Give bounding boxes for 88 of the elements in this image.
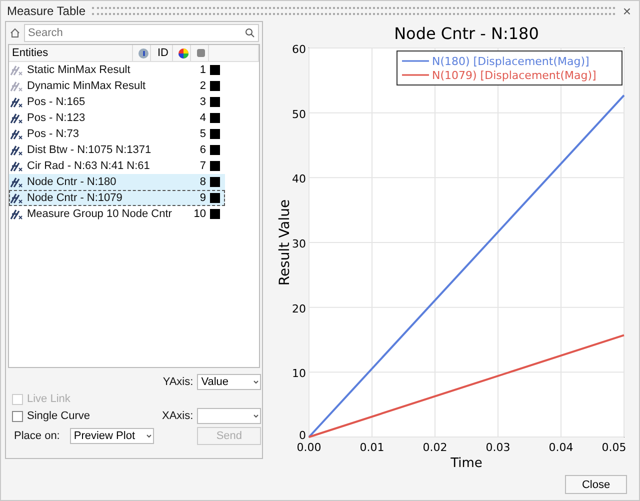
measure-icon <box>10 144 24 156</box>
entity-name: Pos - N:73 <box>26 128 80 140</box>
measure-icon <box>10 208 24 220</box>
x-tick-label: 0.04 <box>548 441 574 454</box>
entity-id: 6 <box>198 144 207 156</box>
y-tick-label: 10 <box>292 367 306 380</box>
chart-title: Node Cntr - N:180 <box>394 24 539 43</box>
entity-name: Node Cntr - N:1079 <box>26 192 124 204</box>
entity-id: 10 <box>192 208 207 220</box>
y-tick-label: 20 <box>292 302 306 316</box>
entity-id: 2 <box>198 80 207 92</box>
x-tick-label: 0.00 <box>296 441 322 454</box>
yaxis-label: YAxis: <box>162 376 194 388</box>
color-swatch[interactable] <box>210 113 220 123</box>
color-swatch[interactable] <box>210 161 220 171</box>
table-row[interactable]: Node Cntr - N:1079 9 <box>9 190 225 206</box>
window-title: Measure Table <box>7 4 86 18</box>
color-swatch[interactable] <box>210 193 220 203</box>
column-header[interactable]: ID <box>151 45 173 61</box>
color-swatch[interactable] <box>210 209 220 219</box>
entity-id: 5 <box>198 128 207 140</box>
table-row[interactable]: Node Cntr - N:180 8 <box>9 174 225 190</box>
y-tick-label: 30 <box>292 238 306 250</box>
y-tick-label: 60 <box>292 43 306 56</box>
entity-name: Pos - N:165 <box>26 96 86 108</box>
color-swatch[interactable] <box>210 177 220 187</box>
entity-id: 4 <box>198 112 207 124</box>
entity-name: Dist Btw - N:1075 N:1371 <box>26 144 152 156</box>
search-field[interactable]: Search <box>24 24 259 42</box>
place-on-dropdown[interactable]: Preview Plot <box>70 428 154 444</box>
entity-id: 3 <box>198 96 207 108</box>
measure-icon <box>10 128 24 140</box>
table-row[interactable]: Pos - N:123 4 <box>9 110 225 126</box>
entity-name: Cir Rad - N:63 N:41 N:61 <box>26 160 151 172</box>
home-icon[interactable] <box>9 27 21 39</box>
xaxis-dropdown[interactable] <box>197 408 262 424</box>
table-row[interactable]: Dynamic MinMax Result 2 <box>9 78 225 94</box>
entity-name: Dynamic MinMax Result <box>26 80 147 92</box>
entity-name: Measure Group 10 Node Cntr <box>26 208 173 220</box>
single-curve-checkbox[interactable]: Single Curve <box>12 408 162 424</box>
legend-label: N(180) [Displacement(Mag)] <box>432 55 590 68</box>
y-tick-label: 40 <box>292 172 306 186</box>
table-row[interactable]: Measure Group 10 Node Cntr 10 <box>9 206 225 222</box>
place-on-label: Place on: <box>14 430 60 442</box>
entity-name: Static MinMax Result <box>26 64 132 76</box>
legend-line-icon <box>402 74 429 76</box>
table-row[interactable]: Cir Rad - N:63 N:41 N:61 7 <box>9 158 225 174</box>
y-tick-label: 0 <box>299 429 306 442</box>
search-icon <box>245 28 255 38</box>
x-tick-label: 0.02 <box>422 441 448 454</box>
measure-icon <box>10 96 24 108</box>
measure-icon <box>10 80 24 92</box>
measure-icon <box>10 192 24 204</box>
close-button[interactable]: Close <box>565 475 627 494</box>
x-tick-label: 0.05 <box>602 441 626 454</box>
table-row[interactable]: Dist Btw - N:1075 N:1371 6 <box>9 142 225 158</box>
color-wheel-icon[interactable] <box>178 48 188 58</box>
y-tick-label: 50 <box>292 108 306 121</box>
entity-name: Node Cntr - N:180 <box>26 176 118 188</box>
yaxis-dropdown[interactable]: Value <box>197 374 262 390</box>
entity-id: 7 <box>198 160 207 172</box>
measure-icon <box>10 176 24 188</box>
column-header[interactable]: Entities <box>9 45 133 61</box>
table-row[interactable]: Pos - N:165 3 <box>9 94 225 110</box>
color-swatch[interactable] <box>210 129 220 139</box>
color-swatch[interactable] <box>210 65 220 75</box>
entity-id: 1 <box>198 64 207 76</box>
color-swatch[interactable] <box>210 81 220 91</box>
cube-icon[interactable] <box>196 48 206 58</box>
measure-icon <box>10 112 24 124</box>
y-axis-label: Result Value <box>277 199 293 286</box>
table-row[interactable]: Static MinMax Result 1 <box>9 62 225 78</box>
info-icon[interactable] <box>138 48 148 58</box>
entity-id: 8 <box>198 176 207 188</box>
x-axis-label: Time <box>450 456 482 471</box>
x-tick-label: 0.01 <box>360 441 384 454</box>
x-tick-label: 0.03 <box>486 441 510 454</box>
measure-icon <box>10 64 24 76</box>
xaxis-label: XAxis: <box>162 410 194 422</box>
entity-id: 9 <box>198 192 207 204</box>
legend-label: N(1079) [Displacement(Mag)] <box>432 69 596 82</box>
color-swatch[interactable] <box>210 145 220 155</box>
legend-line-icon <box>402 60 429 62</box>
measure-icon <box>10 160 24 172</box>
color-swatch[interactable] <box>210 97 220 107</box>
table-row[interactable]: Pos - N:73 5 <box>9 126 225 142</box>
search-input[interactable]: Search <box>28 27 245 39</box>
entity-name: Pos - N:123 <box>26 112 86 124</box>
